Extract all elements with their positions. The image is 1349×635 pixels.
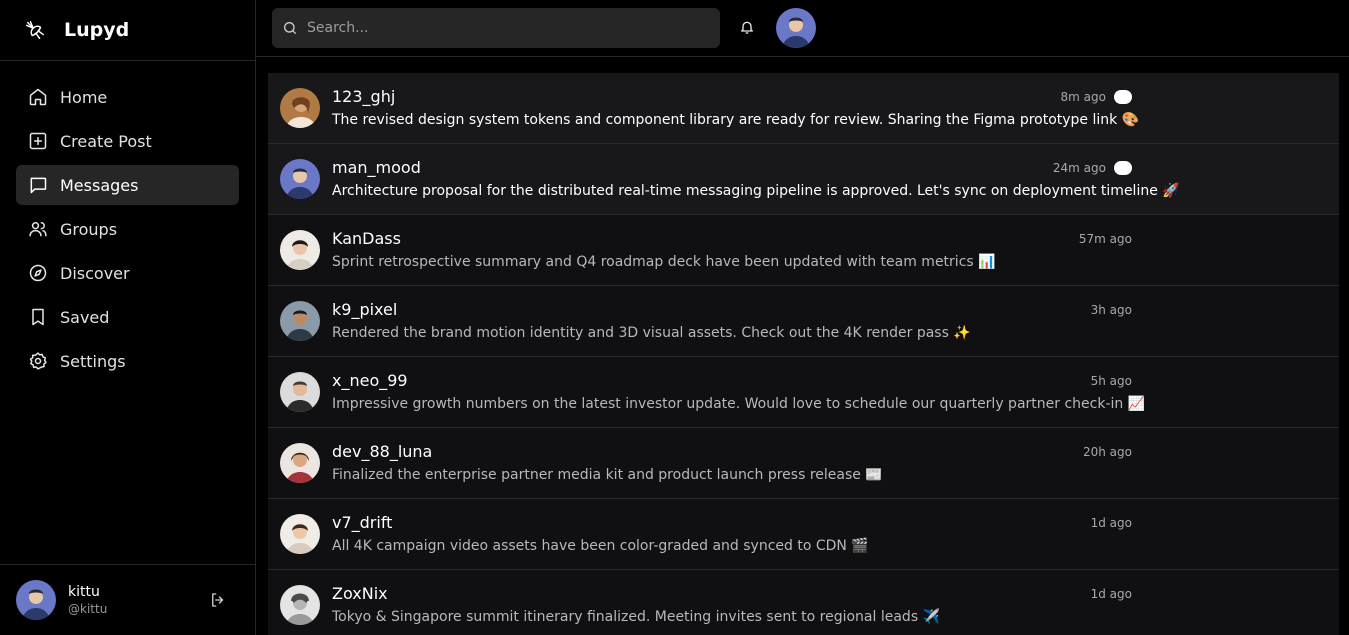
avatar[interactable] bbox=[280, 88, 320, 128]
sidebar-item-settings[interactable]: Settings bbox=[16, 341, 239, 381]
sender-name: x_neo_99 bbox=[332, 371, 408, 390]
user-meta: kittu @kittu bbox=[68, 584, 209, 616]
message-row[interactable]: v7_drift All 4K campaign video assets ha… bbox=[268, 499, 1339, 570]
avatar[interactable] bbox=[280, 159, 320, 199]
search-box[interactable] bbox=[272, 8, 720, 48]
compass-icon bbox=[28, 263, 48, 283]
users-icon bbox=[28, 219, 48, 239]
message-preview: Sprint retrospective summary and Q4 road… bbox=[332, 254, 996, 270]
sidebar-item-home[interactable]: Home bbox=[16, 77, 239, 117]
current-user-panel[interactable]: kittu @kittu bbox=[0, 564, 255, 635]
profile-avatar[interactable] bbox=[776, 8, 816, 48]
message-preview: Impressive growth numbers on the latest … bbox=[332, 396, 1146, 412]
avatar[interactable] bbox=[280, 585, 320, 625]
message-time: 57m ago bbox=[1078, 232, 1132, 246]
sender-name: man_mood bbox=[332, 158, 421, 177]
sender-name: dev_88_luna bbox=[332, 442, 433, 461]
sidebar-item-create-post[interactable]: Create Post bbox=[16, 121, 239, 161]
sidebar-item-label: Home bbox=[60, 87, 108, 107]
messages-main: 123_ghj The revised design system tokens… bbox=[256, 57, 1349, 635]
message-preview: The revised design system tokens and com… bbox=[332, 112, 1140, 128]
message-time: 3h ago bbox=[1090, 303, 1132, 317]
gear-icon bbox=[28, 351, 48, 371]
message-row[interactable]: KanDass Sprint retrospective summary and… bbox=[268, 215, 1339, 286]
sidebar-item-messages[interactable]: Messages bbox=[16, 165, 239, 205]
message-row[interactable]: k9_pixel Rendered the brand motion ident… bbox=[268, 286, 1339, 357]
sidebar-item-label: Create Post bbox=[60, 131, 152, 151]
sidebar-item-label: Discover bbox=[60, 263, 130, 283]
sender-name: KanDass bbox=[332, 229, 401, 248]
message-time: 1d ago bbox=[1090, 516, 1132, 530]
avatar[interactable] bbox=[280, 514, 320, 554]
message-time: 5h ago bbox=[1090, 374, 1132, 388]
message-time: 8m ago bbox=[1060, 90, 1106, 104]
message-row[interactable]: man_mood Architecture proposal for the d… bbox=[268, 144, 1339, 215]
sender-name: v7_drift bbox=[332, 513, 393, 532]
sidebar-item-label: Saved bbox=[60, 307, 110, 327]
search-icon bbox=[282, 20, 298, 36]
message-row[interactable]: dev_88_luna Finalized the enterprise par… bbox=[268, 428, 1339, 499]
avatar[interactable] bbox=[280, 230, 320, 270]
unread-indicator bbox=[1114, 90, 1132, 104]
message-time: 20h ago bbox=[1082, 445, 1132, 459]
sidebar-nav: Home Create Post Messages Groups Discove… bbox=[0, 61, 255, 401]
logout-icon[interactable] bbox=[209, 591, 227, 609]
sender-name: k9_pixel bbox=[332, 300, 398, 319]
app-root: Lupyd Home Create Post Messages Groups D… bbox=[0, 0, 1349, 635]
brand[interactable]: Lupyd bbox=[0, 0, 255, 61]
message-preview: Tokyo & Singapore summit itinerary final… bbox=[332, 609, 940, 625]
sender-name: ZoxNix bbox=[332, 584, 388, 603]
message-preview: Architecture proposal for the distribute… bbox=[332, 183, 1180, 199]
sidebar-item-groups[interactable]: Groups bbox=[16, 209, 239, 249]
message-row[interactable]: ZoxNix Tokyo & Singapore summit itinerar… bbox=[268, 570, 1339, 635]
message-preview: Finalized the enterprise partner media k… bbox=[332, 467, 883, 483]
message-preview: Rendered the brand motion identity and 3… bbox=[332, 325, 971, 341]
search-input[interactable] bbox=[307, 20, 707, 36]
unread-indicator bbox=[1114, 161, 1132, 175]
plus-square-icon bbox=[28, 131, 48, 151]
app-name: Lupyd bbox=[64, 19, 130, 41]
bell-icon[interactable] bbox=[739, 19, 755, 35]
user-name: kittu bbox=[68, 584, 100, 600]
sender-name: 123_ghj bbox=[332, 87, 396, 106]
message-row[interactable]: x_neo_99 Impressive growth numbers on th… bbox=[268, 357, 1339, 428]
message-time: 24m ago bbox=[1052, 161, 1106, 175]
sidebar: Lupyd Home Create Post Messages Groups D… bbox=[0, 0, 256, 635]
sidebar-item-label: Settings bbox=[60, 351, 126, 371]
user-handle: @kittu bbox=[68, 602, 108, 616]
avatar[interactable] bbox=[280, 301, 320, 341]
bird-logo-icon bbox=[24, 19, 46, 41]
avatar[interactable] bbox=[280, 372, 320, 412]
message-list: 123_ghj The revised design system tokens… bbox=[268, 73, 1339, 635]
avatar[interactable] bbox=[16, 580, 56, 620]
top-bar bbox=[256, 0, 1349, 57]
message-icon bbox=[28, 175, 48, 195]
message-time: 1d ago bbox=[1090, 587, 1132, 601]
sidebar-item-label: Groups bbox=[60, 219, 118, 239]
home-icon bbox=[28, 87, 48, 107]
message-row[interactable]: 123_ghj The revised design system tokens… bbox=[268, 73, 1339, 144]
message-preview: All 4K campaign video assets have been c… bbox=[332, 538, 869, 554]
sidebar-item-saved[interactable]: Saved bbox=[16, 297, 239, 337]
bookmark-icon bbox=[28, 307, 48, 327]
sidebar-item-discover[interactable]: Discover bbox=[16, 253, 239, 293]
avatar[interactable] bbox=[280, 443, 320, 483]
sidebar-item-label: Messages bbox=[60, 175, 139, 195]
